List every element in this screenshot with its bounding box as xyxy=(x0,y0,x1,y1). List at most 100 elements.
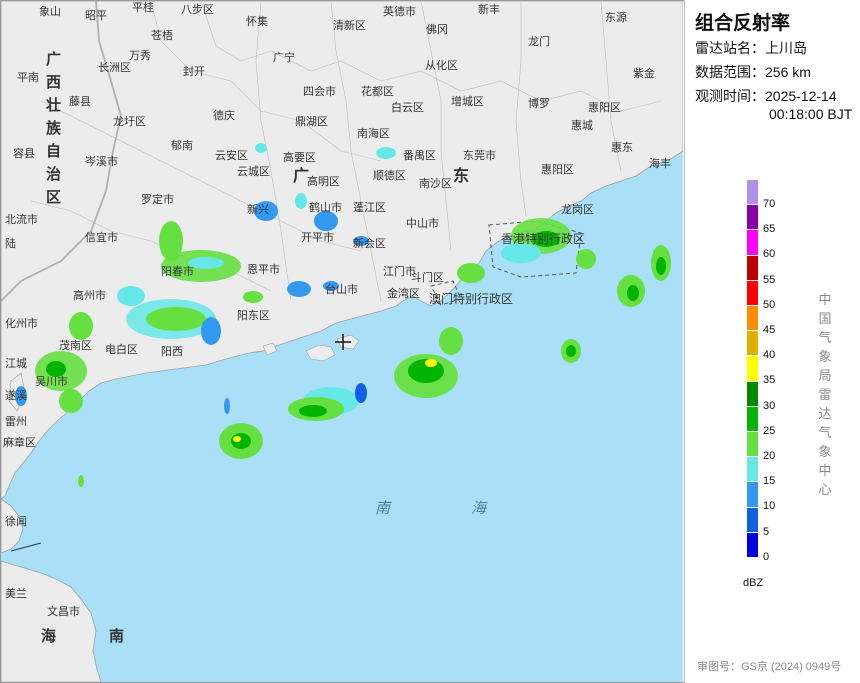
range-value: 256 km xyxy=(765,64,811,80)
city-label: 增城区 xyxy=(451,94,484,108)
agency-char: 国 xyxy=(818,311,832,326)
city-label: 海丰 xyxy=(649,156,671,170)
legend-swatch-65 xyxy=(747,205,758,230)
city-label: 东源 xyxy=(605,10,627,24)
legend-swatch-10 xyxy=(747,482,758,507)
legend-swatch-45 xyxy=(747,306,758,331)
panel-title: 组合反射率 xyxy=(695,13,791,34)
city-label: 郁南 xyxy=(171,138,193,152)
time-clock: 00:18:00 BJT xyxy=(769,106,853,122)
legend-swatch-40 xyxy=(747,331,758,356)
city-label: 龙圩区 xyxy=(113,115,146,128)
city-label: 斗门区 xyxy=(411,270,444,284)
agency-char: 中 xyxy=(818,292,832,307)
time-label: 观测时间： xyxy=(695,88,765,104)
city-label: 八步区 xyxy=(181,3,214,16)
legend-swatch-60 xyxy=(747,230,758,255)
agency-char: 象 xyxy=(818,444,832,459)
city-label: 雷州 xyxy=(5,415,27,428)
province-label: 广 xyxy=(293,166,309,185)
approval-number: 审图号：GS京 (2024) 0949号 xyxy=(697,661,842,673)
legend-label-50: 50 xyxy=(763,298,776,311)
city-label: 云安区 xyxy=(215,148,248,162)
legend-label-10: 10 xyxy=(763,500,776,513)
city-label: 佛冈 xyxy=(426,23,448,36)
legend-label-55: 55 xyxy=(763,273,776,286)
city-label: 万秀 xyxy=(129,49,151,62)
time-row: 观测时间：2025-12-14 xyxy=(695,86,837,106)
legend-unit: dBZ xyxy=(743,577,764,589)
legend-swatch-35 xyxy=(747,356,758,381)
radar-map[interactable]: 象山 昭平 平桂 八步区 怀集 清新区 英德市 新丰 东源 苍梧 广宁 佛冈 龙… xyxy=(1,1,683,682)
city-label: 遂溪 xyxy=(5,388,27,402)
legend-label-40: 40 xyxy=(763,349,776,362)
macau-label: 澳门特别行政区 xyxy=(429,291,513,306)
city-label: 高要区 xyxy=(283,150,316,164)
city-label: 苍梧 xyxy=(151,28,173,42)
city-label: 岑溪市 xyxy=(85,154,118,168)
legend-label-35: 35 xyxy=(763,374,776,387)
agency-char: 局 xyxy=(818,368,832,383)
legend-swatch-30 xyxy=(747,381,758,406)
legend-swatch-50 xyxy=(747,280,758,305)
hk-label: 香港特别行政区 xyxy=(501,231,585,246)
sea-label: 南 xyxy=(375,499,392,517)
city-label: 惠阳区 xyxy=(588,100,621,114)
city-label: 白云区 xyxy=(391,100,424,114)
agency-char: 中 xyxy=(818,463,832,478)
city-label: 阳春市 xyxy=(161,264,194,278)
legend-swatch-15 xyxy=(747,457,758,482)
city-label: 清新区 xyxy=(333,18,366,32)
range-label: 数据范围： xyxy=(695,64,765,80)
legend-swatch-0 xyxy=(747,532,758,557)
legend-swatch-70 xyxy=(747,180,758,205)
city-label: 平南 xyxy=(17,71,39,84)
city-label: 美兰 xyxy=(5,587,27,600)
hainan-label: 海 xyxy=(41,627,56,645)
time-date: 2025-12-14 xyxy=(765,88,837,104)
city-label: 鹤山市 xyxy=(309,200,342,214)
city-label: 封开 xyxy=(183,64,205,78)
city-label: 新会区 xyxy=(353,236,386,250)
legend-swatch-20 xyxy=(747,432,758,457)
city-label: 麻章区 xyxy=(3,435,36,449)
city-label: 江城 xyxy=(5,357,27,370)
city-label: 惠东 xyxy=(611,140,633,154)
city-label: 顺德区 xyxy=(373,168,406,182)
city-label: 长洲区 xyxy=(98,61,131,74)
legend-label-25: 25 xyxy=(763,424,776,437)
legend-label-70: 70 xyxy=(763,198,776,210)
city-label: 南海区 xyxy=(357,126,390,140)
legend-label-20: 20 xyxy=(763,450,776,462)
city-label: 恩平市 xyxy=(247,262,280,276)
city-label: 高明区 xyxy=(307,174,340,188)
legend-label-5: 5 xyxy=(763,525,770,538)
city-label: 象山 xyxy=(39,5,61,18)
city-label: 博罗 xyxy=(528,97,550,110)
agency-char: 气 xyxy=(818,330,832,345)
city-label: 吴川市 xyxy=(35,374,68,388)
legend-label-15: 15 xyxy=(763,475,776,488)
city-label: 徐闻 xyxy=(5,514,27,528)
legend-swatch-5 xyxy=(747,507,758,532)
city-label: 高州市 xyxy=(73,288,106,302)
city-label: 四会市 xyxy=(303,84,336,98)
city-label: 阳西 xyxy=(161,345,183,358)
city-label: 北流市 xyxy=(5,212,38,226)
city-label: 金湾区 xyxy=(387,286,420,300)
legend-label-65: 65 xyxy=(763,223,776,236)
city-label: 新丰 xyxy=(478,2,500,16)
city-label: 惠城 xyxy=(571,118,593,132)
city-label: 文昌市 xyxy=(47,604,80,618)
city-label: 花都区 xyxy=(361,85,394,98)
legend-swatch-55 xyxy=(747,255,758,280)
city-label: 龙岗区 xyxy=(561,203,594,216)
city-label: 昭平 xyxy=(85,9,107,22)
guangxi-label: 广西壮族自治区 xyxy=(44,50,62,212)
legend-label-30: 30 xyxy=(763,399,776,412)
city-label: 化州市 xyxy=(5,316,38,330)
legend-label-0: 0 xyxy=(763,550,770,563)
agency-char: 心 xyxy=(818,482,832,497)
city-label: 鼎湖区 xyxy=(295,115,328,128)
city-label: 中山市 xyxy=(406,216,439,230)
